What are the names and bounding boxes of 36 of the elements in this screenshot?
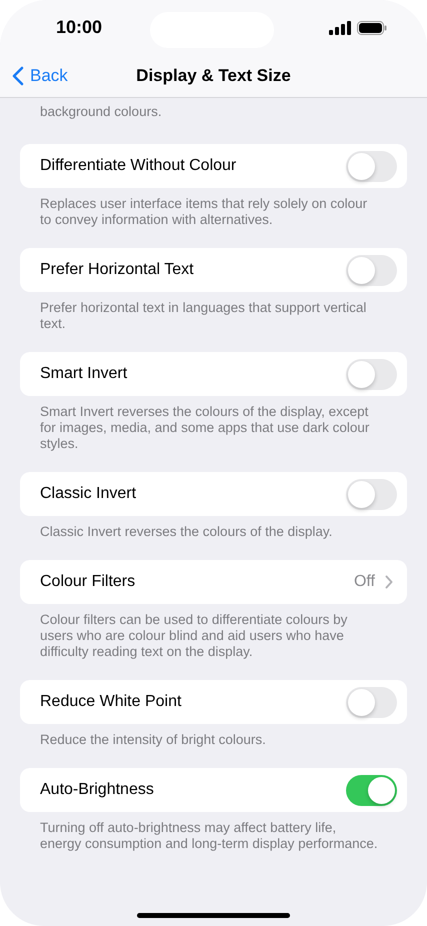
footer-text: Prefer horizontal text in languages that support vertical text. — [39, 300, 368, 332]
settings-row[interactable]: Smart Invert — [20, 352, 407, 396]
setting-label: Reduce White Point — [40, 693, 182, 711]
footer-text: background colours. — [39, 104, 163, 120]
footer-text: Classic Invert reverses the colours of the display. — [39, 524, 334, 540]
footer-text: Smart Invert reverses the colours of the display, except for images, media, and some apps that use dark colour styles. — [39, 404, 370, 452]
setting-value: Off — [354, 573, 375, 591]
signal-icon — [329, 20, 351, 34]
settings-row[interactable]: Colour Filters Off — [20, 560, 407, 604]
setting-label: Classic Invert — [40, 485, 136, 503]
back-button[interactable]: Back — [0, 66, 68, 86]
page-title: Display & Text Size — [136, 66, 291, 86]
setting-label: Colour Filters — [40, 573, 136, 591]
status-time: 10:00 — [56, 17, 102, 38]
settings-row[interactable]: Differentiate Without Colour — [20, 144, 407, 188]
footer-text: Colour filters can be used to differentiate colours by users who are colour blind and aid users who have difficulty reading text on the display. — [39, 612, 348, 660]
settings-row[interactable]: Reduce White Point — [20, 680, 407, 724]
chevron-left-icon — [12, 66, 24, 86]
toggle-switch[interactable] — [346, 478, 397, 510]
setting-label: Auto-Brightness — [40, 781, 154, 799]
chevron-right-icon — [385, 575, 393, 589]
setting-label: Differentiate Without Colour — [40, 157, 236, 175]
toggle-switch[interactable] — [346, 686, 397, 718]
toggle-switch[interactable] — [346, 254, 397, 286]
setting-label: Prefer Horizontal Text — [40, 261, 194, 279]
toggle-switch[interactable] — [346, 150, 397, 182]
toggle-switch[interactable] — [346, 774, 397, 806]
settings-row[interactable]: Classic Invert — [20, 472, 407, 516]
footer-text: Turning off auto-brightness may affect battery life, energy consumption and long-term display performance. — [39, 820, 379, 852]
battery-icon — [357, 20, 387, 34]
settings-row[interactable]: Prefer Horizontal Text — [20, 248, 407, 292]
setting-label: Smart Invert — [40, 365, 128, 383]
footer-text: Reduce the intensity of bright colours. — [39, 732, 267, 748]
settings-row[interactable]: Auto-Brightness — [20, 768, 407, 812]
footer-text: Replaces user interface items that rely solely on colour to convey information with alternatives. — [39, 196, 368, 228]
toggle-switch[interactable] — [346, 358, 397, 390]
